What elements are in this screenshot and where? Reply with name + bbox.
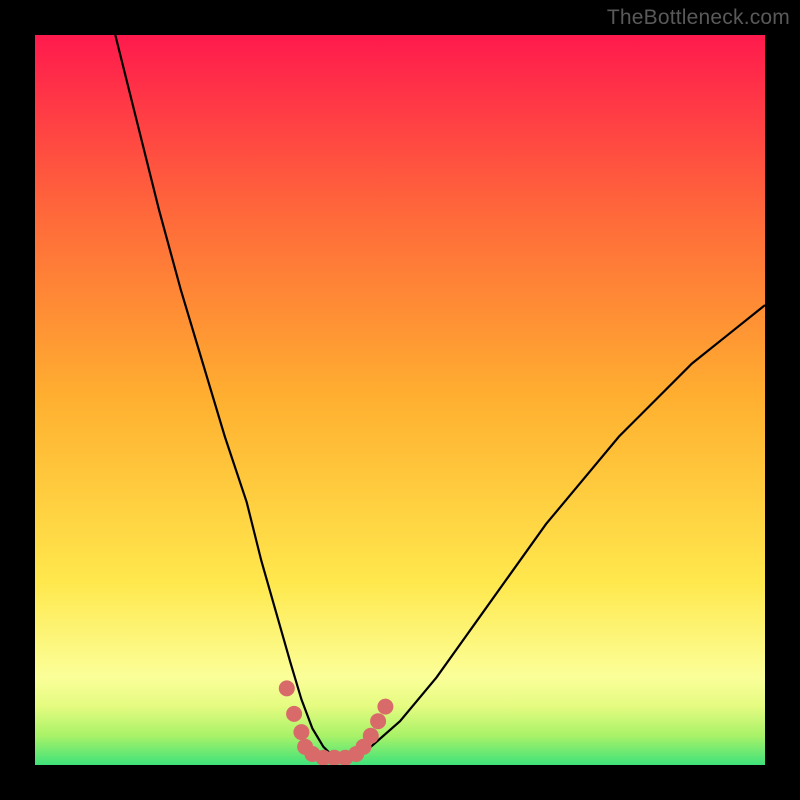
bottom-marker (286, 706, 302, 722)
plot-svg (35, 35, 765, 765)
chart-frame (35, 35, 765, 765)
bottom-marker (377, 699, 393, 715)
bottom-marker (370, 713, 386, 729)
bottom-marker (363, 728, 379, 744)
watermark-text: TheBottleneck.com (607, 6, 790, 30)
bottom-marker (293, 724, 309, 740)
bottom-marker (279, 680, 295, 696)
